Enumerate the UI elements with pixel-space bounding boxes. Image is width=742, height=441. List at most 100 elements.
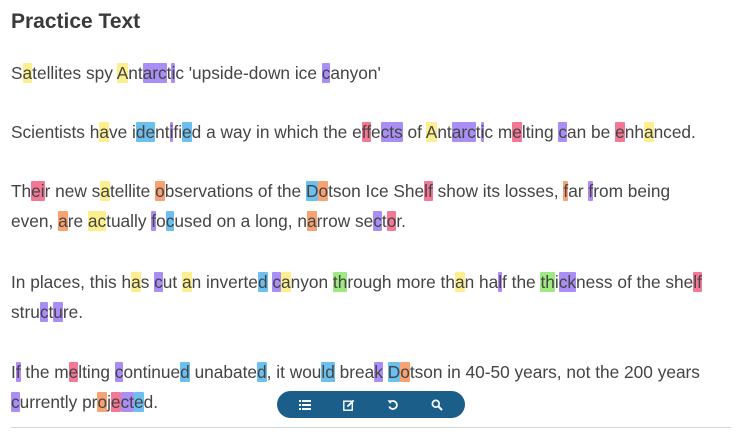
highlighted-letters: ck [558,272,577,292]
highlighted-letters: c [11,392,20,412]
text-run: tellites spy [32,63,117,83]
text-run: c 'upside-down ice [175,63,322,83]
highlighted-letters: o [155,181,165,201]
text-run: tually [106,211,152,231]
text-run: Scientists h [11,122,100,142]
text-run [383,362,388,382]
text-run: rrow se [316,211,374,231]
text-run: d. [143,392,159,412]
text-line: If the melting continued unabated, it wo… [11,357,700,387]
text-run: r new s [44,181,101,201]
text-run: ar [568,181,589,201]
text-run: n inverte [191,272,258,292]
text-run: d a way in which the e [191,122,362,142]
edit-button[interactable] [338,394,360,416]
highlighted-letters: e [110,392,121,412]
text-run: re [67,211,88,231]
undo-icon [387,399,398,410]
text-run: r. [396,211,406,231]
text-run: ut [162,272,183,292]
text-run: bservations of the [164,181,306,201]
highlighted-letters: c [272,272,282,292]
highlighted-letters: c [154,272,163,292]
highlighted-letters: d [180,362,190,382]
highlighted-letters: arc [142,63,167,83]
search-button[interactable] [426,394,448,416]
highlighted-letters: ac [87,211,107,231]
highlighted-letters: de [135,122,156,142]
highlighted-letters: a [99,122,109,142]
text-run: nced. [653,122,696,142]
text-run: rough more th [347,272,455,292]
list-icon [299,399,311,410]
highlighted-letters: th [332,272,348,292]
highlighted-letters: ct [120,392,134,412]
text-run: used on a long, n [174,211,307,231]
highlighted-letters: e [68,362,79,382]
highlighted-letters: a [306,211,317,231]
text-run: the m [20,362,69,382]
highlighted-letters: A [425,122,438,142]
text-run: t [381,211,387,231]
text-run: tson in 40-50 years, not the 200 years [409,362,700,382]
text-run: even, [11,211,59,231]
highlighted-letters: th [540,272,555,292]
text-line: In places, this has cut an inverted cany… [11,267,702,297]
text-run: of [402,122,426,142]
floating-toolbar [277,391,465,418]
text-run: lting [78,362,115,382]
highlighted-letters: D [305,181,319,201]
text-run: ness of the she [576,272,694,292]
text-run: ontinue [123,362,181,382]
text-run: unabate [189,362,258,382]
highlighted-letters: a [58,211,68,231]
text-run: tson Ice She [328,181,425,201]
highlighted-letters: o [97,392,108,412]
highlighted-letters: e [182,122,192,142]
highlighted-letters: k [374,362,383,382]
edit-icon [343,399,355,411]
text-run: lting [521,122,559,142]
text-run: n ha [464,272,499,292]
text-run: Th [11,181,32,201]
highlighted-letters: cts [380,122,403,142]
highlighted-letters: lf [424,181,433,201]
highlighted-letters: o [318,181,329,201]
highlighted-letters: a [100,181,110,201]
highlighted-letters: a [131,272,141,292]
page-title: Practice Text [11,10,141,33]
list-button[interactable] [294,394,316,416]
text-run: In places, this h [11,272,132,292]
text-run: show its losses, [432,181,564,201]
text-run: stru [11,302,40,322]
highlighted-letters: ff [361,122,371,142]
text-line: even, are actually focused on a long, na… [11,206,406,236]
highlighted-letters: a [643,122,654,142]
highlighted-letters: c [373,211,382,231]
highlighted-letters: c [558,122,568,142]
text-run: e [371,122,381,142]
highlighted-letters: e [133,392,144,412]
text-line: currently projected. [11,387,158,417]
text-run: fi [173,122,183,142]
text-run: anyon' [330,63,381,83]
text-line: Their new satellite observations of the … [11,176,670,206]
text-run: s [140,272,155,292]
text-run: t [475,122,481,142]
highlighted-letters: e [512,122,522,142]
highlighted-letters: e [615,122,625,142]
highlighted-letters: o [400,362,410,382]
highlighted-letters: lf [693,272,702,292]
text-line: structure. [11,297,83,327]
text-run: brea [334,362,375,382]
text-run: nt [155,122,170,142]
highlighted-letters: d [257,362,267,382]
highlighted-letters: A [116,63,129,83]
highlighted-letters: u [53,302,63,322]
highlighted-letters: arc [451,122,476,142]
undo-button[interactable] [382,394,404,416]
text-line: Scientists have identified a way in whic… [11,117,696,147]
highlighted-letters: ld [321,362,335,382]
highlighted-letters: ei [31,181,45,201]
highlighted-letters: a [182,272,192,292]
